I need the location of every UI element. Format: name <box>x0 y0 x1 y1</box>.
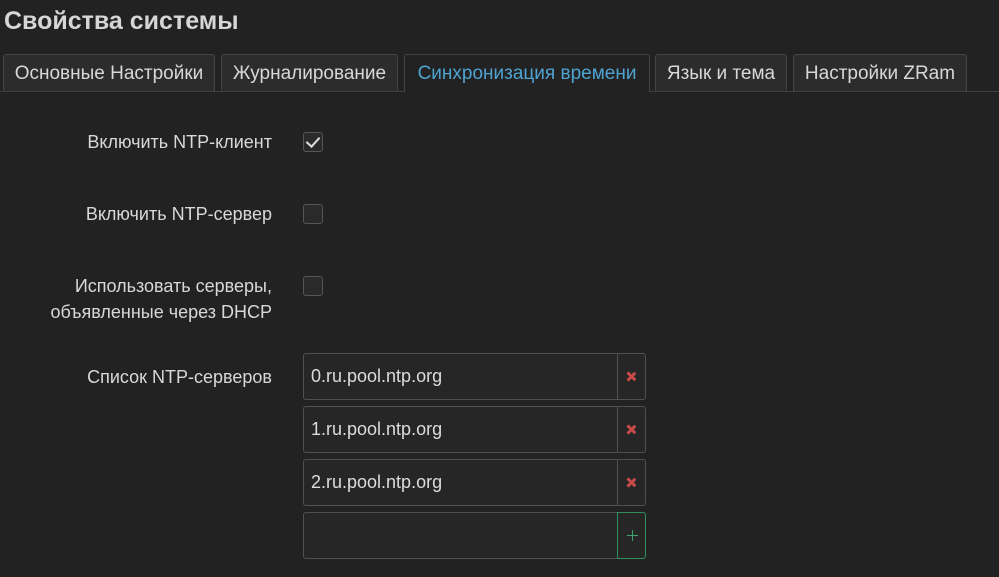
tab-time-sync[interactable]: Синхронизация времени <box>404 54 650 92</box>
use-dhcp-servers-checkbox[interactable] <box>303 276 323 296</box>
ntp-server-input[interactable] <box>303 459 617 506</box>
enable-ntp-server-label: Включить NTP-сервер <box>85 204 272 224</box>
tab-bar: Основные Настройки Журналирование Синхро… <box>0 54 999 92</box>
ntp-server-row <box>303 353 646 400</box>
add-ntp-server-button[interactable] <box>617 512 646 559</box>
enable-ntp-server-checkbox[interactable] <box>303 204 323 224</box>
remove-icon <box>627 372 636 381</box>
ntp-server-input[interactable] <box>303 406 617 453</box>
ntp-servers-label: Список NTP-серверов <box>87 367 272 387</box>
ntp-server-input[interactable] <box>303 353 617 400</box>
use-dhcp-servers-label: Использовать серверы, объявленные через … <box>0 273 272 325</box>
tab-logging[interactable]: Журналирование <box>221 54 398 91</box>
remove-ntp-server-button[interactable] <box>617 459 646 506</box>
ntp-server-new-row <box>303 512 646 559</box>
remove-icon <box>627 425 636 434</box>
ntp-server-row <box>303 406 646 453</box>
plus-icon <box>627 530 638 541</box>
enable-ntp-client-label: Включить NTP-клиент <box>87 132 272 152</box>
remove-icon <box>627 478 636 487</box>
remove-ntp-server-button[interactable] <box>617 353 646 400</box>
ntp-server-row <box>303 459 646 506</box>
use-dhcp-servers-label-line1: Использовать серверы, <box>74 276 272 296</box>
remove-ntp-server-button[interactable] <box>617 406 646 453</box>
tab-language-theme[interactable]: Язык и тема <box>655 54 787 91</box>
page-title: Свойства системы <box>4 7 239 35</box>
use-dhcp-servers-label-line2: объявленные через DHCP <box>50 302 272 322</box>
tab-zram-settings[interactable]: Настройки ZRam <box>793 54 967 91</box>
check-icon <box>305 132 321 149</box>
enable-ntp-client-checkbox[interactable] <box>303 132 323 152</box>
tab-general-settings[interactable]: Основные Настройки <box>3 54 215 91</box>
new-ntp-server-input[interactable] <box>303 512 617 559</box>
